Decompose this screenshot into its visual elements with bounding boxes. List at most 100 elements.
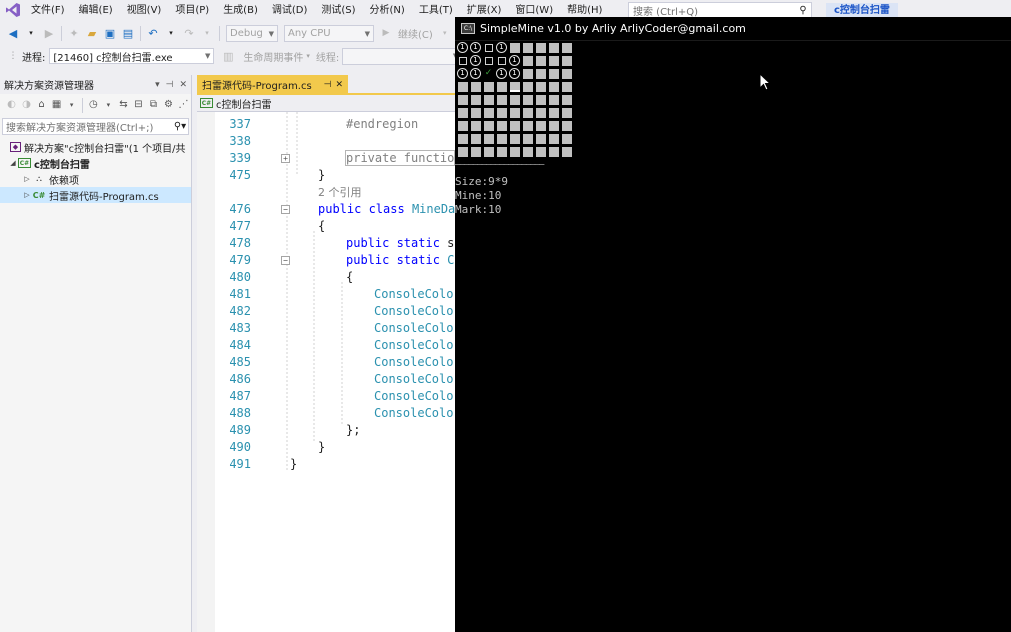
mine-cell[interactable] [508,80,521,93]
mine-cell[interactable] [495,119,508,132]
mine-cell[interactable]: 1 [469,54,482,67]
mine-cell[interactable] [560,145,573,158]
save-all-icon[interactable]: ▤ [120,26,136,42]
expand-region-icon[interactable]: + [281,154,290,163]
document-tab-program-cs[interactable]: 扫雷源代码-Program.cs ⊣ ✕ [197,75,348,93]
mine-cell[interactable] [521,67,534,80]
panel-menu-icon[interactable]: ▾ [155,80,160,90]
mine-cell[interactable] [534,145,547,158]
code-line[interactable]: 476 − public class MineDa [197,201,455,218]
code-line[interactable]: 481 ConsoleColo [197,286,455,303]
mine-cell[interactable]: 1 [456,67,469,80]
visual-studio-logo-icon[interactable] [5,2,21,18]
mine-cell[interactable] [534,119,547,132]
mine-cell[interactable] [482,132,495,145]
search-icon[interactable]: ⚲▾ [172,121,188,132]
menu-item[interactable]: 工具(T) [412,0,460,21]
mine-cell[interactable] [521,54,534,67]
console-window[interactable]: C:\ SimpleMine v1.0 by Arliy ArliyCoder@… [455,17,1011,632]
mine-cell[interactable] [508,93,521,106]
menu-item[interactable]: 项目(P) [168,0,216,21]
mine-cell[interactable] [482,119,495,132]
solution-platform-dropdown[interactable]: Any CPU ▼ [284,25,374,42]
menu-item[interactable]: 文件(F) [24,0,72,21]
code-line[interactable]: 337 #endregion [197,116,455,133]
process-dropdown[interactable]: [21460] c控制台扫雷.exe ▼ [49,48,215,64]
mine-cell[interactable] [469,145,482,158]
sync-with-document-icon[interactable]: ⇆ [117,97,130,113]
mine-cell[interactable] [456,145,469,158]
mine-cell[interactable]: 1 [469,67,482,80]
mine-cell[interactable] [547,67,560,80]
mine-cell[interactable]: ✓ [482,67,495,80]
solution-configuration-dropdown[interactable]: Debug ▼ [226,25,278,42]
code-line[interactable]: 338 [197,133,455,150]
mine-cell[interactable] [547,132,560,145]
mine-cell[interactable] [521,80,534,93]
code-line[interactable]: 479 − public static C [197,252,455,269]
home-icon[interactable]: ⌂ [35,97,48,113]
mine-cell[interactable] [495,132,508,145]
mine-cell[interactable] [456,93,469,106]
mine-cell[interactable] [534,67,547,80]
code-line[interactable]: 480 { [197,269,455,286]
mine-cell[interactable] [534,93,547,106]
collapse-region-icon[interactable]: − [281,205,290,214]
mine-cell[interactable]: 1 [495,41,508,54]
mine-cell[interactable] [456,54,469,67]
mine-cell[interactable] [534,54,547,67]
collapsed-arrow-icon[interactable]: ▷ [22,175,32,183]
mine-cell[interactable] [560,132,573,145]
menu-item[interactable]: 视图(V) [120,0,169,21]
collapse-all-icon[interactable]: ⊟ [132,97,145,113]
code-line[interactable]: 477 { [197,218,455,235]
code-line[interactable]: 488 ConsoleColo [197,405,455,422]
more-options-icon[interactable]: ⋰ [177,97,190,113]
tree-item-dependencies[interactable]: ▷ ⛬ 依赖项 [0,171,191,187]
code-line[interactable]: 2 个引用 [197,184,455,201]
mine-cell[interactable] [521,119,534,132]
collapsed-arrow-icon[interactable]: ▷ [22,191,32,199]
mine-cell[interactable]: 1 [469,41,482,54]
menu-item[interactable]: 测试(S) [314,0,362,21]
mine-cell[interactable] [534,132,547,145]
mine-cell[interactable] [521,41,534,54]
forward-icon[interactable]: ◑ [20,97,33,113]
code-line[interactable]: 478 public static s [197,235,455,252]
mine-cell[interactable] [521,145,534,158]
dropdown-arrow-icon[interactable]: ▾ [437,26,453,42]
navigation-project-dropdown[interactable]: c控制台扫雷 [216,96,272,111]
mine-cell[interactable] [560,93,573,106]
global-search-box[interactable]: 搜索 (Ctrl+Q) ⚲ [628,2,812,18]
collapse-region-icon[interactable]: − [281,256,290,265]
console-titlebar[interactable]: C:\ SimpleMine v1.0 by Arliy ArliyCoder@… [455,17,1011,41]
pending-changes-filter-icon[interactable]: ◷ [87,97,100,113]
undo-icon[interactable]: ↶ [145,26,161,42]
editor-navigation-bar[interactable]: C# c控制台扫雷 [197,95,455,112]
dropdown-arrow-icon[interactable]: ▾ [163,26,179,42]
mine-cell[interactable] [495,106,508,119]
mine-cell[interactable] [508,145,521,158]
menu-item[interactable]: 生成(B) [216,0,265,21]
code-line[interactable]: 475} [197,167,455,184]
mine-cell[interactable] [482,41,495,54]
mine-cell[interactable] [456,106,469,119]
mine-cell[interactable] [495,145,508,158]
back-navigation-icon[interactable]: ◀ [5,26,21,42]
mine-cell[interactable] [456,119,469,132]
expanded-arrow-icon[interactable]: ◢ [8,159,18,167]
dropdown-arrow-icon[interactable]: ▾ [102,97,115,113]
code-line[interactable]: 490} [197,439,455,456]
mine-cell[interactable] [482,145,495,158]
mine-cell[interactable] [482,106,495,119]
close-tab-icon[interactable]: ✕ [335,80,343,90]
mine-cell[interactable]: 1 [508,67,521,80]
mine-cell[interactable] [547,145,560,158]
close-icon[interactable]: ✕ [179,80,187,90]
mine-cell[interactable] [560,119,573,132]
mine-cell[interactable] [534,106,547,119]
mine-cell[interactable] [547,80,560,93]
search-icon[interactable]: ⚲ [795,5,811,16]
tree-item-program-file[interactable]: ▷ C# 扫雷源代码-Program.cs [0,187,191,203]
save-icon[interactable]: ▣ [102,26,118,42]
